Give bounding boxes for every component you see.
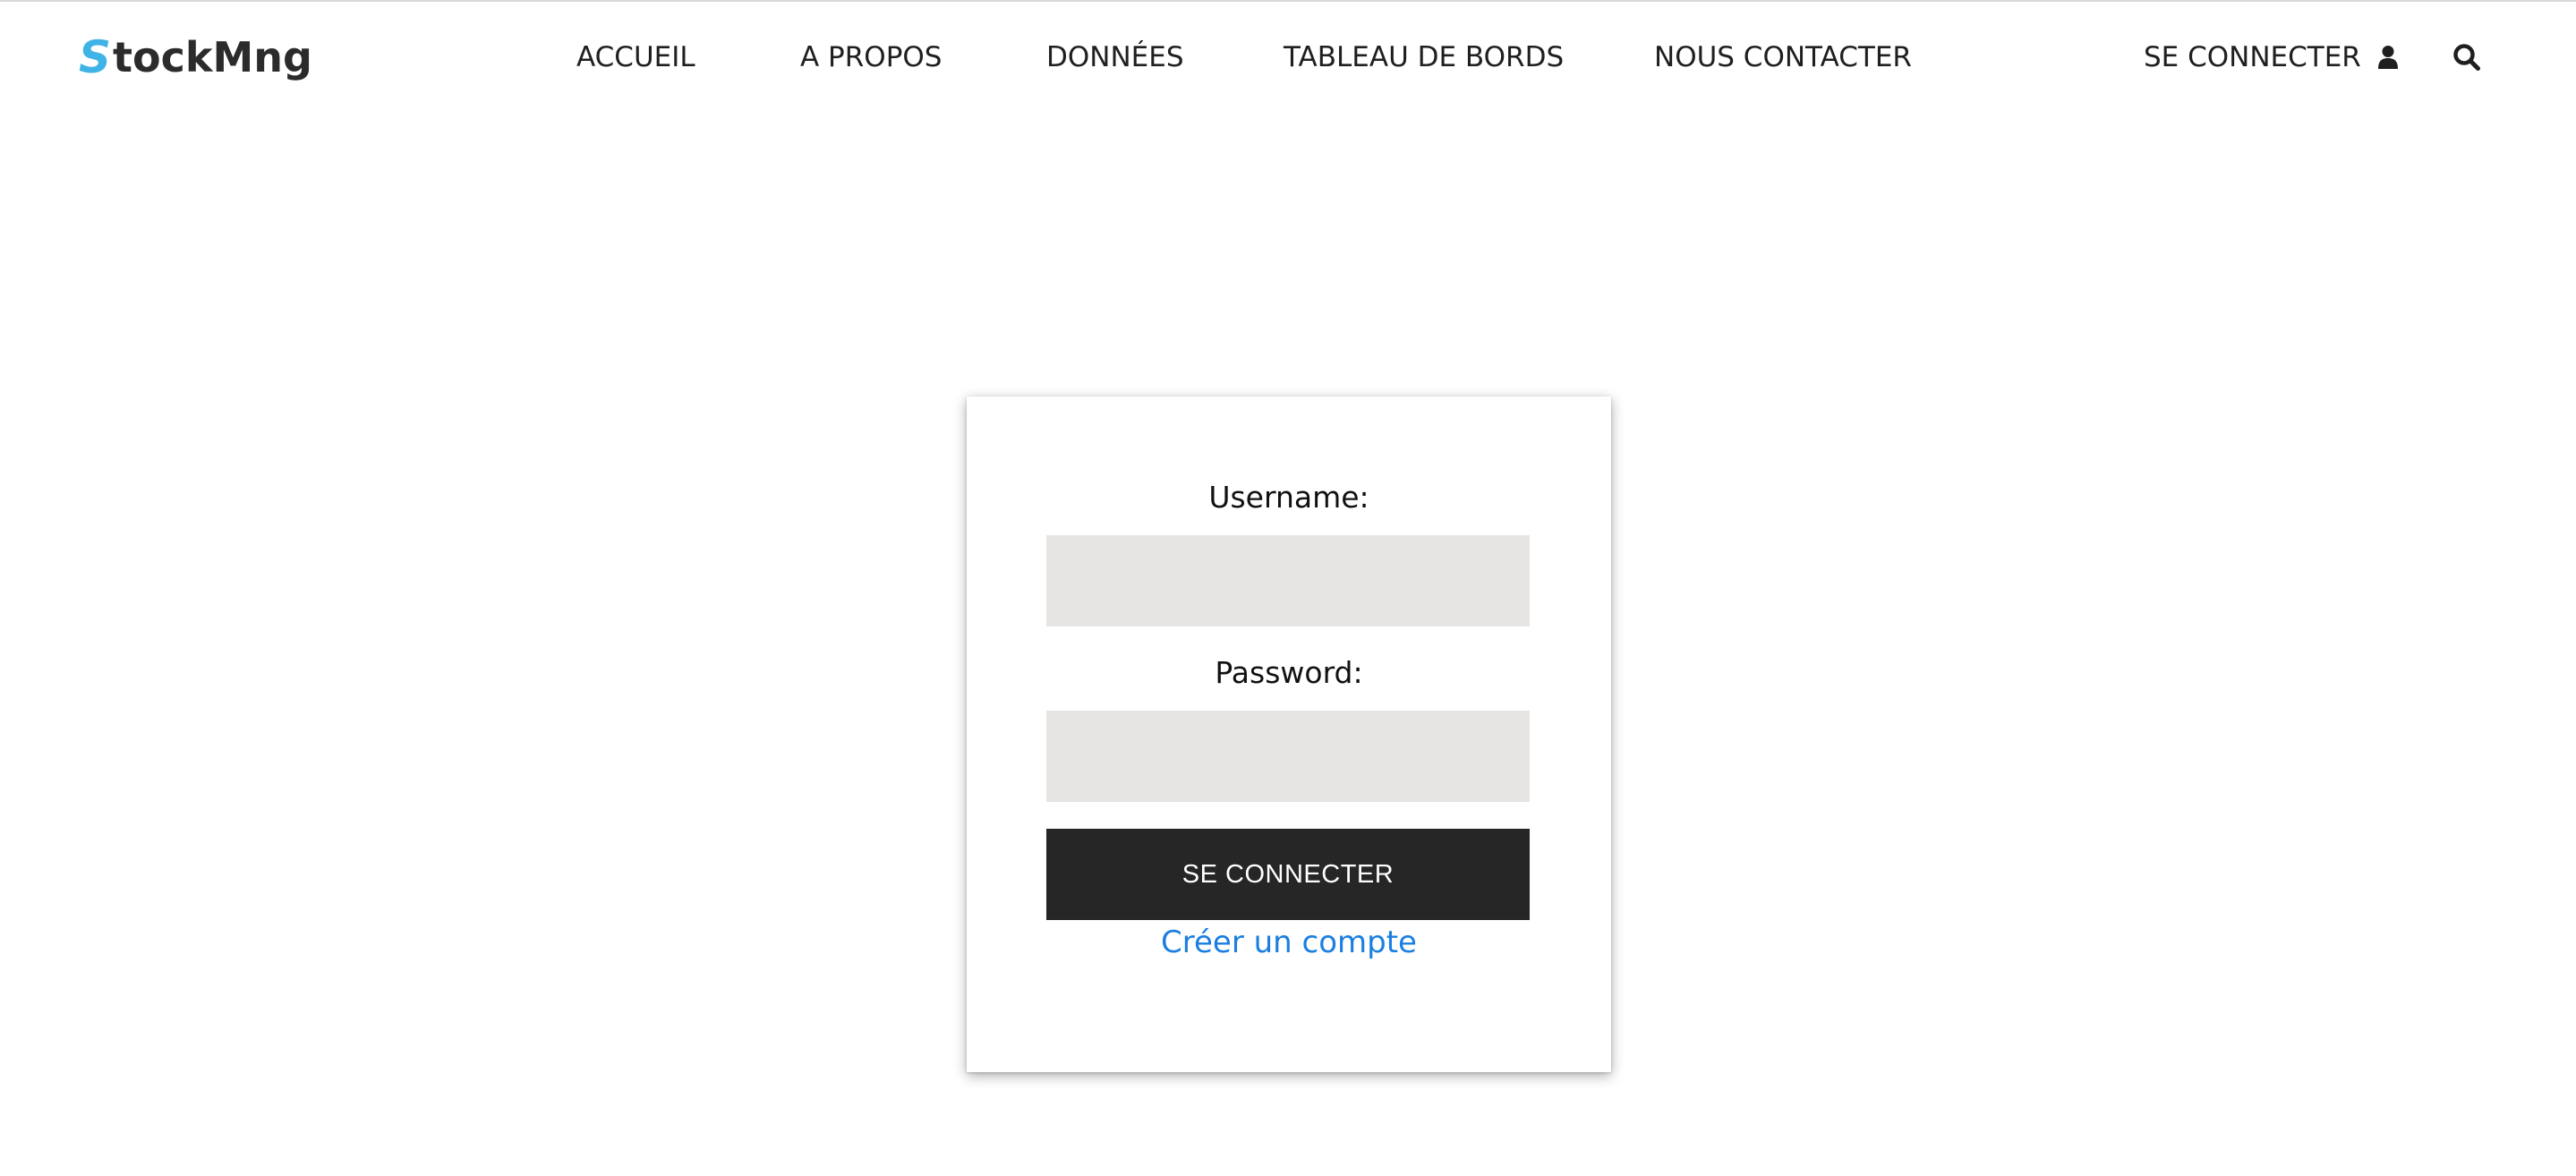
create-account-link[interactable]: Créer un compte	[967, 920, 1611, 965]
username-input[interactable]	[1046, 535, 1530, 626]
nav-item-a-propos[interactable]: A PROPOS	[800, 38, 942, 77]
search-icon[interactable]	[2452, 43, 2481, 72]
site-header: StockMng ACCUEIL A PROPOS DONNÉES TABLEA…	[0, 2, 2576, 109]
user-icon	[2377, 45, 2399, 70]
logo-initial: S	[79, 31, 112, 83]
nav-item-accueil[interactable]: ACCUEIL	[576, 38, 695, 77]
nav-item-donnees[interactable]: DONNÉES	[1046, 38, 1184, 77]
login-submit-button[interactable]: SE CONNECTER	[1046, 829, 1530, 920]
username-label: Username:	[1208, 480, 1369, 515]
password-input[interactable]	[1046, 711, 1530, 802]
header-login-label: SE CONNECTER	[2144, 41, 2361, 73]
header-login-link[interactable]: SE CONNECTER	[2144, 38, 2399, 77]
nav-item-nous-contacter[interactable]: NOUS CONTACTER	[1654, 38, 1912, 77]
login-card: Username: Password: SE CONNECTER Créer u…	[967, 396, 1611, 1072]
logo-text: tockMng	[113, 33, 312, 81]
stockmng-logo[interactable]: StockMng	[79, 31, 312, 83]
password-label: Password:	[1215, 655, 1363, 690]
nav-item-tableau-de-bords[interactable]: TABLEAU DE BORDS	[1284, 38, 1564, 77]
